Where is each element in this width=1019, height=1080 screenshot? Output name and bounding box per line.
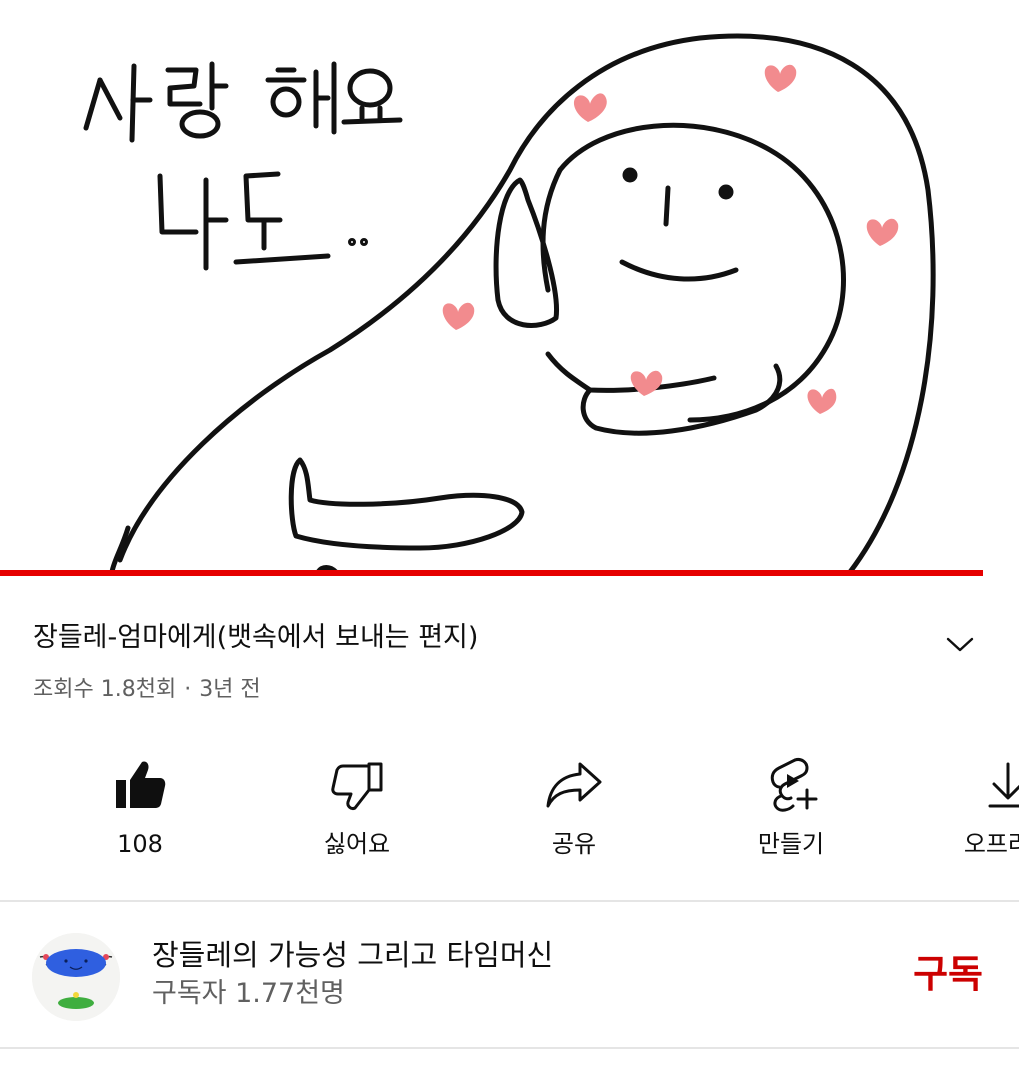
chevron-down-icon (946, 637, 974, 652)
thumbs-down-icon (331, 762, 383, 810)
channel-name[interactable]: 장들레의 가능성 그리고 타임머신 (152, 935, 553, 975)
download-label: 오프라인 (963, 830, 1019, 858)
upload-age: 3년 전 (199, 677, 261, 702)
share-label: 공유 (551, 830, 597, 858)
section-divider (0, 900, 1019, 902)
dislike-label: 싫어요 (323, 830, 391, 858)
shorts-create-icon (770, 758, 818, 812)
subscribe-button[interactable]: 구독 (913, 949, 983, 999)
expand-description-button[interactable] (938, 624, 982, 664)
like-button[interactable]: 108 (60, 752, 220, 872)
download-icon (988, 762, 1019, 808)
video-metadata[interactable]: 조회수 1.8천회 · 3년 전 (33, 674, 261, 706)
thumbs-up-filled-icon (116, 761, 166, 808)
create-button[interactable]: 만들기 (711, 752, 871, 872)
section-divider-bottom (0, 1047, 1019, 1049)
channel-avatar-image (32, 933, 120, 1021)
create-label: 만들기 (757, 830, 825, 858)
like-count: 108 (117, 830, 163, 858)
video-title[interactable]: 장들레-엄마에게(뱃속에서 보내는 편지) (33, 618, 933, 658)
action-bar: 108 싫어요 공유 만들기 오프 (0, 752, 1019, 872)
meta-separator: · (184, 677, 192, 702)
share-icon (546, 762, 602, 808)
share-button[interactable]: 공유 (494, 752, 654, 872)
view-count: 조회수 1.8천회 (33, 677, 177, 702)
subscriber-count: 구독자 1.77천명 (152, 978, 345, 1009)
video-progress-fill (0, 570, 984, 576)
dislike-button[interactable]: 싫어요 (277, 752, 437, 872)
video-player[interactable] (0, 0, 1019, 578)
download-button[interactable]: 오프라인 (928, 752, 1019, 872)
channel-avatar[interactable] (32, 933, 120, 1021)
video-progress-bar[interactable] (0, 570, 1019, 576)
channel-row[interactable]: 장들레의 가능성 그리고 타임머신 구독자 1.77천명 구독 (0, 905, 1019, 1047)
video-frame-illustration (0, 0, 1019, 578)
